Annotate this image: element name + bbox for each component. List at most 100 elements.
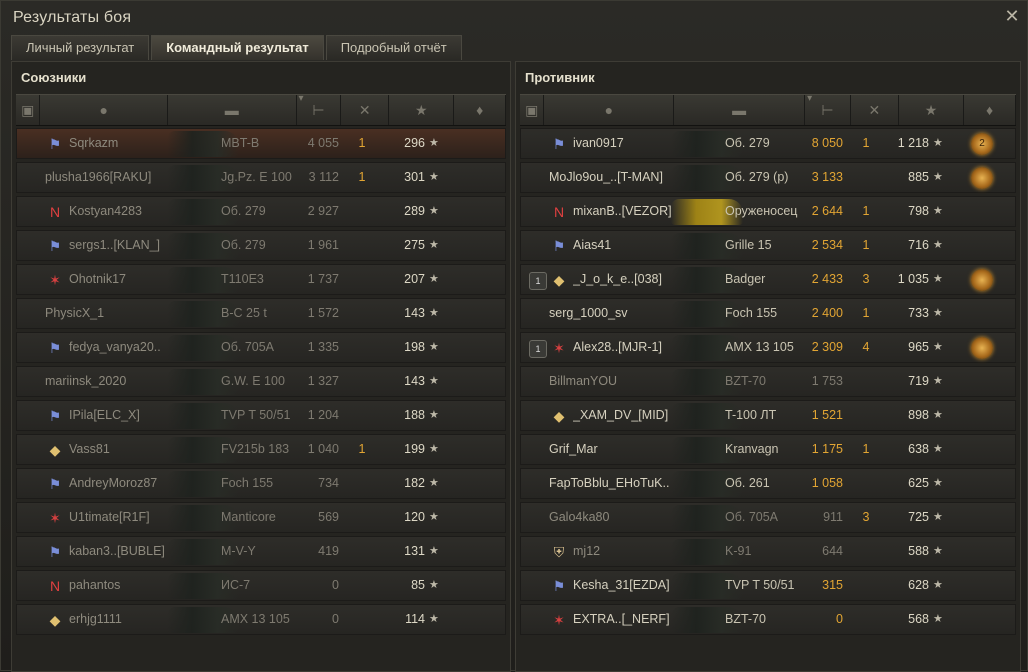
player-name[interactable]: erhjg1111 xyxy=(69,605,167,634)
player-name[interactable]: EXTRA..[_NERF] xyxy=(573,605,671,634)
player-name[interactable]: Vass81 xyxy=(69,435,167,464)
player-name[interactable]: serg_1000_sv xyxy=(549,299,671,328)
xp-star-icon: ★ xyxy=(933,341,943,353)
player-name[interactable]: Sqrkazm xyxy=(69,129,167,158)
player-row[interactable]: ◆ erhjg1111 AMX 13 105 0 114 ★ xyxy=(16,604,506,635)
player-name[interactable]: Kostyan4283 xyxy=(69,197,167,226)
xp-value: 199 xyxy=(404,442,425,456)
kills-value xyxy=(347,367,377,396)
player-name[interactable]: Grif_Mar xyxy=(549,435,671,464)
player-name[interactable]: mixanB..[VEZOR] xyxy=(573,197,671,226)
player-row[interactable]: Grif_Mar Kranvagn 1 175 1 638 ★ xyxy=(520,434,1016,465)
allies-header-player-icon[interactable]: ● xyxy=(40,95,168,125)
xp-value: 716 xyxy=(908,238,929,252)
player-name[interactable]: sergs1..[KLAN_] xyxy=(69,231,167,260)
player-row[interactable]: ⚑ kaban3..[BUBLE] M-V-Y 419 131 ★ xyxy=(16,536,506,567)
allies-header-medal-icon[interactable]: ♦ xyxy=(454,95,506,125)
player-row[interactable]: ⛨ mj12 K-91 644 588 ★ xyxy=(520,536,1016,567)
player-row[interactable]: ✶ EXTRA..[_NERF] BZT-70 0 568 ★ xyxy=(520,604,1016,635)
player-name[interactable]: mariinsk_2020 xyxy=(45,367,167,396)
player-row[interactable]: ⚑ fedya_vanya20.. Об. 705А 1 335 198 ★ xyxy=(16,332,506,363)
damage-value: 1 572 xyxy=(307,306,339,320)
player-row[interactable]: PhysicX_1 В-С 25 t1 572 143 ★ xyxy=(16,298,506,329)
enemies-header-player-icon[interactable]: ● xyxy=(544,95,675,125)
player-name[interactable]: IPila[ELC_X] xyxy=(69,401,167,430)
close-icon[interactable]: ✕ xyxy=(1003,7,1021,25)
player-row[interactable]: ◆ _XAM_DV_[MID] T-100 ЛТ 1 521 898 ★ xyxy=(520,400,1016,431)
player-name[interactable]: AndreyMoroz87 xyxy=(69,469,167,498)
xp-value: 198 xyxy=(404,340,425,354)
player-name[interactable]: fedya_vanya20.. xyxy=(69,333,167,362)
player-row[interactable]: ✶ U1timate[R1F] Manticore 569 120 ★ xyxy=(16,502,506,533)
player-row[interactable]: ⚑ Kesha_31[EZDA] TVP T 50/51 315 628 ★ xyxy=(520,570,1016,601)
enemies-header-platoon-icon[interactable]: ▣ xyxy=(520,95,545,125)
player-name[interactable]: plusha1966[RAKU] xyxy=(45,163,167,192)
medal-icon[interactable] xyxy=(971,337,993,359)
kills-value: 1 xyxy=(358,136,366,150)
player-name[interactable]: FapToBblu_EHoTuK.. xyxy=(549,469,671,498)
player-row[interactable]: MoJlo9ou_..[T-MAN] Об. 279 (р) 3 133 885 ★ xyxy=(520,162,1016,193)
player-name[interactable]: ivan0917 xyxy=(573,129,671,158)
allies-header-tank-icon[interactable]: ▬ xyxy=(168,95,297,125)
player-row[interactable]: BillmanYOU BZT-70 1 753 719 ★ xyxy=(520,366,1016,397)
xp-star-icon: ★ xyxy=(933,545,943,557)
player-name[interactable]: Kesha_31[EZDA] xyxy=(573,571,671,600)
player-name[interactable]: kaban3..[BUBLE] xyxy=(69,537,167,566)
kills-value xyxy=(347,299,377,328)
player-row[interactable]: ⚑ Sqrkazm MBT-B 4 055 1 296 ★ xyxy=(16,128,506,159)
enemies-header-tank-icon[interactable]: ▬ xyxy=(674,95,806,125)
nerf-emblem-icon: N xyxy=(553,204,565,220)
player-row[interactable]: ◆ Vass81 FV215b 183 1 040 1 199 ★ xyxy=(16,434,506,465)
player-name[interactable]: U1timate[R1F] xyxy=(69,503,167,532)
player-row[interactable]: 1 ◆ _J_o_k_e..[038] Badger 2 433 3 1 035 ★ xyxy=(520,264,1016,295)
enemies-header-xp-star-icon[interactable]: ★ xyxy=(899,95,965,125)
damage-value: 4 055 xyxy=(307,136,339,150)
allies-header-damage-icon[interactable]: ⊢ ▾ xyxy=(297,93,342,125)
player-name[interactable]: _XAM_DV_[MID] xyxy=(573,401,671,430)
enemies-header-kills-icon[interactable]: ✕ xyxy=(851,95,899,125)
tab-1[interactable]: Личный результат xyxy=(11,35,150,60)
player-name[interactable]: mj12 xyxy=(573,537,671,566)
allies-header-platoon-icon[interactable]: ▣ xyxy=(16,95,41,125)
kills-value: 4 xyxy=(862,340,870,354)
player-row[interactable]: Galo4ka80 Об. 705А 911 3 725 ★ xyxy=(520,502,1016,533)
tab-3[interactable]: Подробный отчёт xyxy=(325,35,462,60)
medal-icon[interactable] xyxy=(971,167,993,189)
player-name[interactable]: PhysicX_1 xyxy=(45,299,167,328)
enemies-header-damage-icon[interactable]: ⊢ ▾ xyxy=(805,93,851,125)
player-row[interactable]: Npahantos ИС-7 0 85 ★ xyxy=(16,570,506,601)
player-name[interactable]: Alex28..[MJR-1] xyxy=(573,333,671,362)
player-name[interactable]: BillmanYOU xyxy=(549,367,671,396)
player-row[interactable]: ⚑ sergs1..[KLAN_] Об. 279 1 961 275 ★ xyxy=(16,230,506,261)
player-row[interactable]: serg_1000_sv Foch 155 2 400 1 733 ★ xyxy=(520,298,1016,329)
clan-emblem-icon: ⚑ xyxy=(48,408,62,424)
allies-header-xp-star-icon[interactable]: ★ xyxy=(389,95,455,125)
kills-value: 3 xyxy=(862,272,870,286)
player-row[interactable]: FapToBblu_EHoTuK.. Об. 261 1 058 625 ★ xyxy=(520,468,1016,499)
allies-header-kills-icon[interactable]: ✕ xyxy=(341,95,390,125)
player-row[interactable]: NmixanB..[VEZOR] Оруженосец 2 644 1 798 ★ xyxy=(520,196,1016,227)
player-name[interactable]: Ohotnik17 xyxy=(69,265,167,294)
player-row[interactable]: ⚑ ivan0917 Об. 279 8 050 1 1 218 ★ 2 xyxy=(520,128,1016,159)
platoon-badge: 1 xyxy=(529,272,547,290)
xp-star-icon: ★ xyxy=(933,511,943,523)
medal-icon[interactable]: 2 xyxy=(971,133,993,155)
player-row[interactable]: mariinsk_2020 G.W. E 100 1 327 143 ★ xyxy=(16,366,506,397)
player-name[interactable]: Aias41 xyxy=(573,231,671,260)
xp-value: 798 xyxy=(908,204,929,218)
player-row[interactable]: ✶ Ohotnik17 T110E3 1 737 207 ★ xyxy=(16,264,506,295)
medal-icon[interactable] xyxy=(971,269,993,291)
player-name[interactable]: _J_o_k_e..[038] xyxy=(573,265,671,294)
player-row[interactable]: plusha1966[RAKU] Jg.Pz. E 100 3 112 1 301 ★ xyxy=(16,162,506,193)
player-row[interactable]: 1 ✶ Alex28..[MJR-1] AMX 13 105 2 309 4 965 ★ xyxy=(520,332,1016,363)
player-name[interactable]: Galo4ka80 xyxy=(549,503,671,532)
kills-value xyxy=(347,231,377,260)
player-row[interactable]: ⚑ AndreyMoroz87 Foch 155 734 182 ★ xyxy=(16,468,506,499)
tab-2[interactable]: Командный результат xyxy=(151,35,324,60)
player-row[interactable]: ⚑ IPila[ELC_X] TVP T 50/51 1 204 188 ★ xyxy=(16,400,506,431)
player-row[interactable]: N Kostyan4283 Об. 279 2 927 289 ★ xyxy=(16,196,506,227)
player-row[interactable]: ⚑ Aias41 Grille 15 2 534 1 716 ★ xyxy=(520,230,1016,261)
player-name[interactable]: MoJlo9ou_..[T-MAN] xyxy=(549,163,671,192)
enemies-header-medal-icon[interactable]: ♦ xyxy=(964,95,1016,125)
player-name[interactable]: pahantos xyxy=(69,571,167,600)
